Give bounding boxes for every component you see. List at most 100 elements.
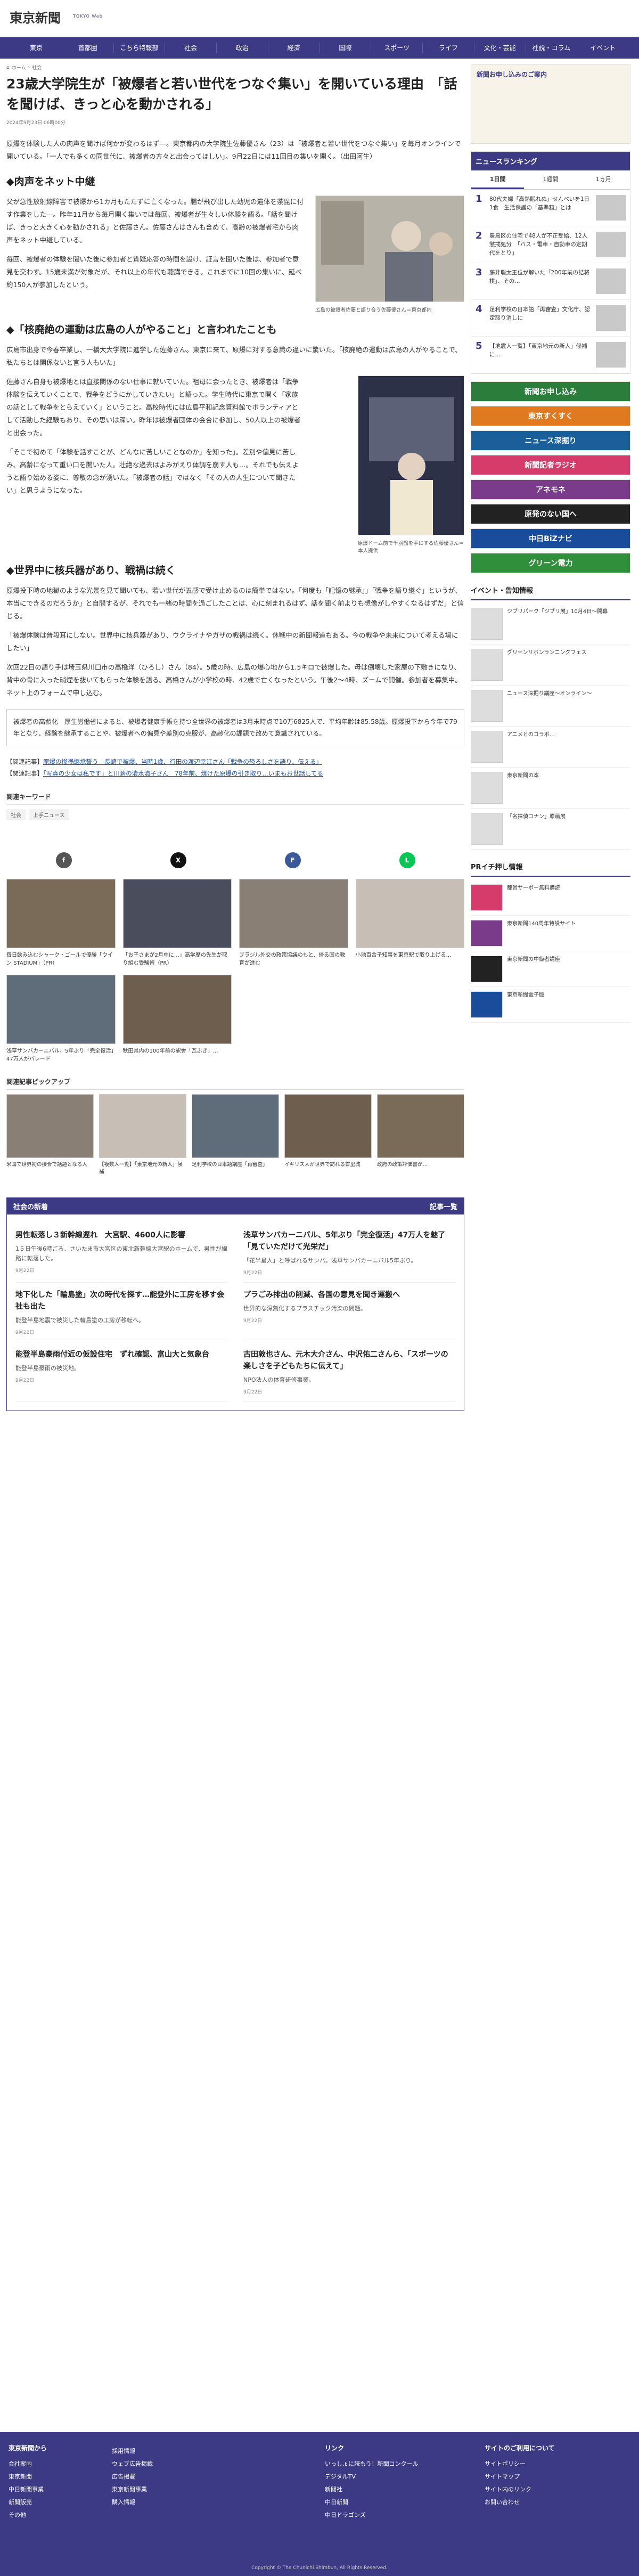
side-banner[interactable]: グリーン電力 [471, 553, 630, 573]
rank-title[interactable]: 80代夫婦「高熱眠れぬ」せんべいを1日1食 生活保護の「基準額」とは [489, 195, 592, 221]
card-title[interactable]: 秋田県内の100年前の駅舎「瓦ぶき」… [123, 1047, 232, 1055]
event-title[interactable]: ジブリパーク「ジブリ展」10月4日〜開幕 [507, 608, 608, 640]
event-thumb[interactable] [471, 608, 503, 640]
pr-title[interactable]: 東京新聞140周年特設サイト [507, 920, 576, 947]
footer-link[interactable]: 新聞社 [325, 2483, 419, 2496]
footer-link[interactable]: 新聞販売 [9, 2496, 47, 2509]
card-image[interactable] [239, 879, 348, 948]
event-item[interactable]: 「名探偵コナン」原画展 [471, 809, 630, 850]
pr-thumb[interactable] [471, 956, 503, 982]
pickup-image[interactable] [99, 1094, 186, 1158]
news-item[interactable]: 浅草サンバカーニバル、5年ぶり「完全復活」47万人を魅了「見ていただけて光栄だ」… [243, 1223, 455, 1283]
news-headline[interactable]: プラごみ排出の削減、各国の意見を聞き運搬へ [243, 1289, 455, 1301]
breadcrumb-home[interactable]: ホーム [12, 64, 26, 71]
pr-item[interactable]: 東京新聞電子版 [471, 987, 630, 1023]
side-banner[interactable]: アネモネ [471, 479, 630, 500]
facebook-share-icon[interactable]: f [55, 852, 72, 868]
footer-link[interactable]: 採用情報 [112, 2445, 153, 2458]
event-thumb[interactable] [471, 690, 503, 722]
side-banner[interactable]: 東京すくすく [471, 406, 630, 426]
footer-link[interactable]: サイトマップ [485, 2471, 555, 2483]
pr-thumb[interactable] [471, 920, 503, 947]
card-title[interactable]: 浅草サンバカーニバル、5年ぶり「完全復活」47万人がパレード [6, 1047, 116, 1063]
card-image[interactable] [122, 975, 232, 1044]
news-headline[interactable]: 男性転落し３新幹線遅れ 大宮駅、4600人に影響 [15, 1229, 227, 1241]
pickup-title-text[interactable]: 【複数人一覧】「東京地元の新人」候補 [99, 1161, 186, 1176]
footer-link[interactable]: 広告掲載 [112, 2471, 153, 2483]
photo-atomic-dome[interactable] [358, 376, 465, 536]
footer-link[interactable]: 中日新聞 [325, 2496, 419, 2509]
pickup-title-text[interactable]: 足利学校の日本語講座「再審査」 [192, 1161, 279, 1169]
side-banner[interactable]: 原発のない国へ [471, 504, 630, 524]
rank-title[interactable]: 藤井聡太王位が解いた「200年前の詰将棋」、その… [489, 268, 592, 294]
pickup-image[interactable] [377, 1094, 464, 1158]
pr-title[interactable]: 都営サーボー無料購読 [507, 884, 560, 911]
event-item[interactable]: グリーンリボンランニングフェス [471, 645, 630, 686]
event-title[interactable]: 東京新聞の本 [507, 772, 539, 804]
card-title[interactable]: 「お子さまが2月中に…」高学歴の先生が取り組む受験術（PR） [123, 951, 232, 967]
ranking-item[interactable]: 3 藤井聡太王位が解いた「200年前の詰将棋」、その… [471, 263, 630, 300]
nav-item[interactable]: 経済 [268, 43, 320, 53]
rank-title[interactable]: 【地震人一覧】「東京地元の新人」候補に… [489, 342, 592, 368]
pickup-image[interactable] [6, 1094, 94, 1158]
event-title[interactable]: ニュース深掘り講座〜オンライン〜 [507, 690, 592, 722]
pickup-item[interactable]: 米国で世界初の接合で話題となる人 [6, 1094, 94, 1176]
ranking-item[interactable]: 1 80代夫婦「高熱眠れぬ」せんべいを1日1食 生活保護の「基準額」とは [471, 190, 630, 226]
news-headline[interactable]: 浅草サンバカーニバル、5年ぶり「完全復活」47万人を魅了「見ていただけて光栄だ」 [243, 1229, 455, 1253]
rank-thumb[interactable] [596, 195, 626, 221]
card-image[interactable] [6, 879, 116, 948]
nav-item[interactable]: イベント [577, 43, 628, 53]
nav-item[interactable]: ライフ [423, 43, 474, 53]
event-item[interactable]: 東京新聞の本 [471, 768, 630, 809]
related-card[interactable]: 小池百合子知事を東京駅で取り上げる… [355, 879, 464, 967]
pickup-item[interactable]: 【複数人一覧】「東京地元の新人」候補 [99, 1094, 186, 1176]
related-link[interactable]: 「写真の少女は私です」と川崎の清水清子さん 78年前、焼けた原爆の引き取り…いま… [43, 770, 323, 777]
related-card[interactable]: 毎日飲み込むシャーク・ゴールで優勝「ウイン STADIUM」（PR） [6, 879, 116, 967]
footer-link[interactable]: デジタルTV [325, 2471, 419, 2483]
side-banner[interactable]: 新聞お申し込み [471, 381, 630, 402]
ranking-item[interactable]: 4 足利学校の日本語「再審査」文化庁、認定取り消しに [471, 300, 630, 337]
nav-item[interactable]: 社説・コラム [526, 43, 578, 53]
keyword-tag[interactable]: 上手ニュース [29, 809, 69, 820]
footer-link[interactable]: いっしょに読もう！新聞コンクール [325, 2458, 419, 2471]
event-title[interactable]: アニメとのコラボ… [507, 731, 555, 763]
nav-item[interactable]: 政治 [217, 43, 268, 53]
news-headline[interactable]: 地下化した「輪島塗」次の時代を探す…能登外に工房を移す会社も出た [15, 1289, 227, 1313]
event-thumb[interactable] [471, 772, 503, 804]
news-item[interactable]: プラごみ排出の削減、各国の意見を聞き運搬へ 世界的な深刻化するプラスチック汚染の問… [243, 1283, 455, 1342]
x-share-icon[interactable]: X [170, 852, 186, 868]
rank-thumb[interactable] [596, 232, 626, 257]
more-link[interactable]: 記事一覧 [430, 1201, 457, 1211]
footer-link[interactable]: その他 [9, 2509, 47, 2522]
news-item[interactable]: 能登半島豪雨付近の仮設住宅 ずれ確認、富山大と気象台 能登半島豪雨の被災地。 9月2… [15, 1342, 227, 1402]
related-card[interactable]: 秋田県内の100年前の駅舎「瓦ぶき」… [122, 975, 232, 1063]
news-headline[interactable]: 能登半島豪雨付近の仮設住宅 ずれ確認、富山大と気象台 [15, 1349, 227, 1360]
side-banner[interactable]: ニュース深掘り [471, 430, 630, 451]
event-item[interactable]: アニメとのコラボ… [471, 727, 630, 768]
footer-link[interactable]: お問い合わせ [485, 2496, 555, 2509]
footer-link[interactable]: 会社案内 [9, 2458, 47, 2471]
ranking-tab[interactable]: 1日間 [471, 170, 525, 189]
pickup-item[interactable]: イギリス人が世界で訪れる首里城 [284, 1094, 372, 1176]
pickup-image[interactable] [192, 1094, 279, 1158]
event-title[interactable]: 「名探偵コナン」原画展 [507, 813, 566, 845]
site-logo[interactable]: 東京新聞 [10, 7, 61, 26]
news-headline[interactable]: 古田敦也さん、元木大介さん、中沢佑二さんら、「スポーツの楽しさを子どもたちに伝え… [243, 1349, 455, 1372]
event-title[interactable]: グリーンリボンランニングフェス [507, 649, 587, 681]
event-thumb[interactable] [471, 813, 503, 845]
nav-item[interactable]: 社会 [165, 43, 217, 53]
pr-thumb[interactable] [471, 884, 503, 911]
rank-thumb[interactable] [596, 342, 626, 368]
breadcrumb-section[interactable]: 社会 [32, 64, 42, 71]
footer-link[interactable]: サイト内のリンク [485, 2483, 555, 2496]
side-banner[interactable]: 中日BiZナビ [471, 528, 630, 549]
footer-link[interactable]: サイトポリシー [485, 2458, 555, 2471]
nav-item[interactable]: スポーツ [371, 43, 423, 53]
side-banner[interactable]: 新聞記者ラジオ [471, 455, 630, 475]
event-item[interactable]: ニュース深掘り講座〜オンライン〜 [471, 686, 630, 727]
rank-thumb[interactable] [596, 305, 626, 331]
pr-title[interactable]: 東京新聞電子版 [507, 991, 544, 1018]
footer-link[interactable]: 東京新聞事業 [112, 2483, 153, 2496]
feedly-share-icon[interactable]: F [284, 852, 301, 868]
nav-item[interactable]: 東京 [11, 43, 62, 53]
